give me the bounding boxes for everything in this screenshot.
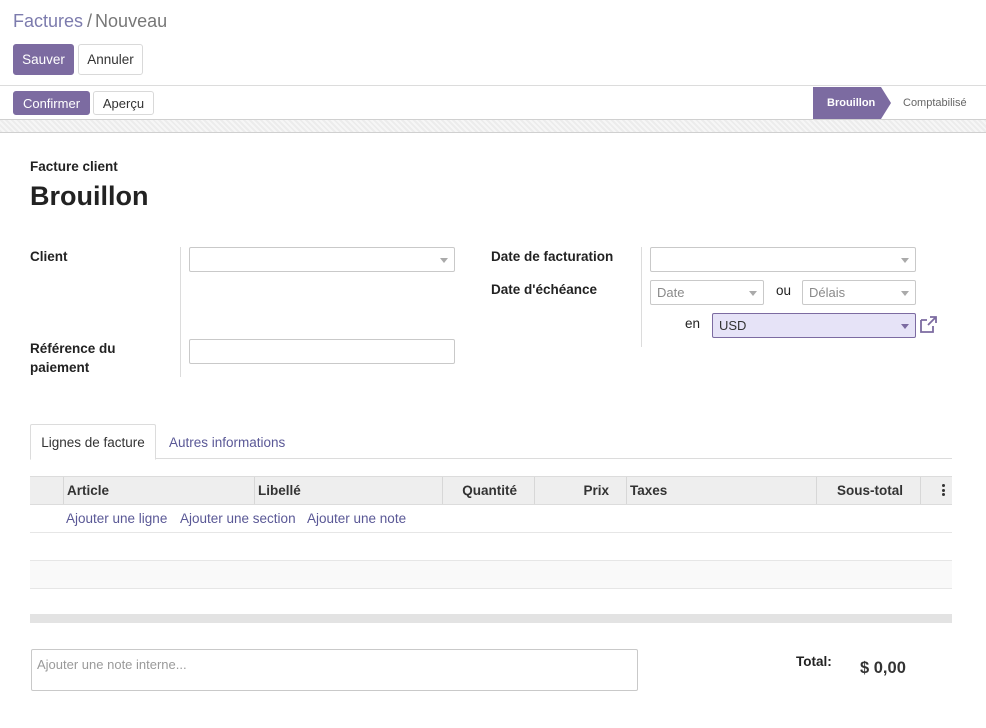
- discard-button[interactable]: Annuler: [78, 44, 143, 75]
- total-label: Total:: [796, 654, 832, 669]
- chevron-down-icon: [901, 258, 909, 263]
- add-note-link[interactable]: Ajouter une note: [307, 511, 406, 526]
- confirm-button[interactable]: Confirmer: [13, 91, 90, 115]
- or-label: ou: [776, 283, 792, 298]
- breadcrumb: Factures / Nouveau: [13, 11, 167, 32]
- client-label: Client: [30, 249, 68, 264]
- payment-reference-label-line1: Référence du: [30, 341, 116, 356]
- add-row: Ajouter une ligne Ajouter une section Aj…: [30, 505, 952, 533]
- tab-invoice-lines[interactable]: Lignes de facture: [30, 424, 156, 460]
- breadcrumb-current: Nouveau: [95, 11, 168, 31]
- currency-prefix-label: en: [685, 316, 701, 331]
- statusbar: Confirmer Aperçu Brouillon Comptabilisé: [0, 85, 986, 119]
- due-date-label: Date d'échéance: [491, 282, 598, 297]
- document-type: Facture client: [30, 159, 118, 174]
- breadcrumb-parent[interactable]: Factures: [13, 11, 83, 31]
- column-separator: [626, 477, 627, 504]
- column-taxes[interactable]: Taxes: [630, 477, 667, 504]
- column-separator: [920, 477, 921, 504]
- column-label[interactable]: Libellé: [258, 477, 301, 504]
- chevron-down-icon: [901, 291, 909, 296]
- payment-reference-field[interactable]: [189, 339, 455, 364]
- column-separator: [254, 477, 255, 504]
- total-value: $ 0,00: [860, 659, 906, 677]
- invoice-lines-header: Article Libellé Quantité Prix Taxes Sous…: [30, 476, 952, 505]
- column-price[interactable]: Prix: [534, 477, 609, 504]
- save-button[interactable]: Sauver: [13, 44, 74, 75]
- currency-value: USD: [719, 318, 747, 333]
- due-date-field[interactable]: Date: [650, 280, 764, 305]
- stage-draft[interactable]: Brouillon: [813, 87, 881, 119]
- column-article[interactable]: Article: [67, 477, 109, 504]
- preview-button[interactable]: Aperçu: [93, 91, 154, 115]
- chevron-down-icon: [440, 258, 448, 263]
- internal-note-input[interactable]: [31, 649, 638, 691]
- group-separator-right: [641, 247, 642, 347]
- currency-field[interactable]: USD: [712, 313, 916, 338]
- chevron-down-icon: [749, 291, 757, 296]
- add-section-link[interactable]: Ajouter une section: [180, 511, 296, 526]
- tab-other-info[interactable]: Autres informations: [169, 424, 285, 460]
- stage-posted[interactable]: Comptabilisé: [903, 97, 967, 109]
- due-date-placeholder: Date: [657, 285, 685, 300]
- group-separator-left: [180, 247, 181, 377]
- breadcrumb-separator: /: [87, 11, 93, 31]
- kebab-menu-icon[interactable]: [942, 484, 945, 498]
- invoice-date-label: Date de facturation: [491, 249, 614, 264]
- client-field[interactable]: [189, 247, 455, 272]
- table-row: [30, 533, 952, 561]
- payment-reference-label: Référence du paiement: [30, 339, 116, 377]
- column-separator: [63, 477, 64, 504]
- page-title: Brouillon: [30, 181, 149, 211]
- invoice-lines-footer: [30, 614, 952, 623]
- external-link-icon[interactable]: [918, 315, 938, 335]
- column-quantity[interactable]: Quantité: [442, 477, 517, 504]
- table-row: [30, 589, 952, 614]
- payment-terms-field[interactable]: Délais: [802, 280, 916, 305]
- add-line-link[interactable]: Ajouter une ligne: [66, 511, 167, 526]
- statusbar-divider: [0, 119, 986, 133]
- column-subtotal[interactable]: Sous-total: [816, 477, 903, 504]
- notebook-tabs: Lignes de facture Autres informations: [30, 424, 952, 460]
- chevron-down-icon: [901, 324, 909, 329]
- stage-arrow: [881, 87, 891, 119]
- payment-reference-label-line2: paiement: [30, 360, 90, 375]
- invoice-date-field[interactable]: [650, 247, 916, 272]
- payment-terms-placeholder: Délais: [809, 285, 846, 300]
- table-row: [30, 561, 952, 589]
